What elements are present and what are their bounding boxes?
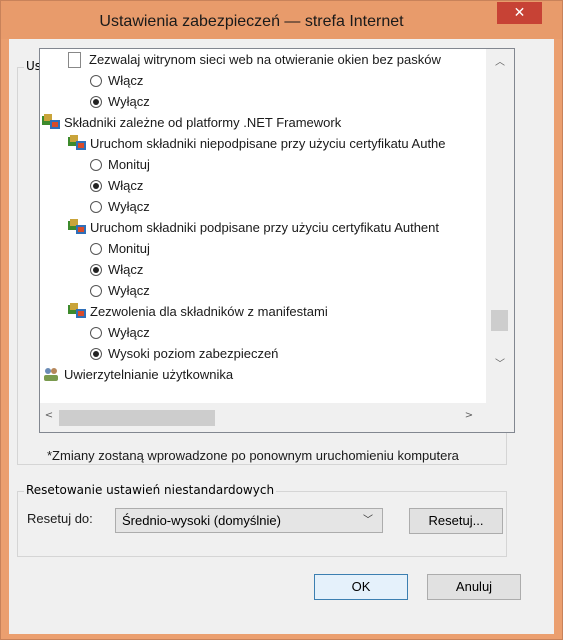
row-label: Wyłącz — [108, 94, 150, 109]
setting-category: Składniki zależne od platformy .NET Fram… — [42, 112, 341, 133]
window-title: Ustawienia zabezpieczeń — strefa Interne… — [99, 13, 404, 30]
row-label: Uruchom składniki podpisane przy użyciu … — [90, 220, 440, 235]
scroll-up-icon[interactable]: ︿ — [486, 53, 514, 68]
reset-group-label: Resetowanie ustawień niestandardowych — [24, 483, 277, 497]
row-label: Uruchom składniki niepodpisane przy użyc… — [90, 136, 446, 151]
row-label: Wysoki poziom zabezpieczeń — [108, 346, 279, 361]
vertical-scrollbar[interactable]: ︿ ﹀ — [486, 49, 514, 403]
scrollbar-corner — [486, 403, 514, 432]
radio-option[interactable]: Wyłącz — [90, 280, 150, 301]
radio-unchecked-icon[interactable] — [90, 201, 102, 213]
radio-unchecked-icon[interactable] — [90, 285, 102, 297]
reset-to-label: Resetuj do: — [27, 511, 93, 526]
row-label: Zezwalaj witrynom sieci web na otwierani… — [89, 52, 441, 67]
radio-checked-icon[interactable] — [90, 180, 102, 192]
settings-listbox[interactable]: Zezwalaj witrynom sieci web na otwierani… — [39, 48, 515, 433]
restart-note: *Zmiany zostaną wprowadzone po ponownym … — [47, 448, 459, 463]
radio-checked-icon[interactable] — [90, 348, 102, 360]
setting-item: Uruchom składniki niepodpisane przy użyc… — [68, 133, 446, 154]
radio-unchecked-icon[interactable] — [90, 243, 102, 255]
users-icon — [44, 368, 58, 381]
row-label: Monituj — [108, 241, 150, 256]
chevron-down-icon: ﹀ — [363, 515, 373, 526]
vertical-scroll-thumb[interactable] — [491, 310, 508, 331]
radio-option[interactable]: Włącz — [90, 259, 143, 280]
dialog-client-area: Ustawienia Zezwalaj witrynom sieci web n… — [9, 39, 554, 634]
radio-option[interactable]: Monituj — [90, 238, 150, 259]
ok-button[interactable]: OK — [314, 574, 408, 600]
reset-level-value: Średnio-wysoki (domyślnie) — [122, 513, 281, 528]
row-label: Uwierzytelnianie użytkownika — [64, 367, 234, 382]
scroll-down-icon[interactable]: ﹀ — [486, 355, 514, 370]
radio-checked-icon[interactable] — [90, 96, 102, 108]
horizontal-scroll-thumb[interactable] — [59, 410, 215, 426]
net-icon — [68, 303, 86, 318]
radio-option[interactable]: Wyłącz — [90, 91, 150, 112]
horizontal-scrollbar[interactable]: < > — [40, 403, 486, 432]
radio-option[interactable]: Wyłącz — [90, 196, 150, 217]
dialog-window: Ustawienia zabezpieczeń — strefa Interne… — [0, 0, 563, 640]
row-label: Włącz — [108, 73, 144, 88]
radio-unchecked-icon[interactable] — [90, 159, 102, 171]
row-label: Wyłącz — [108, 199, 150, 214]
net-icon — [68, 135, 86, 150]
setting-category: Uwierzytelnianie użytkownika — [42, 364, 233, 385]
radio-unchecked-icon[interactable] — [90, 327, 102, 339]
setting-item: Zezwolenia dla składników z manifestami — [68, 301, 328, 322]
radio-checked-icon[interactable] — [90, 264, 102, 276]
radio-option[interactable]: Wysoki poziom zabezpieczeń — [90, 343, 278, 364]
radio-option[interactable]: Włącz — [90, 70, 143, 91]
scroll-left-icon[interactable]: < — [40, 410, 58, 421]
net-icon — [68, 219, 86, 234]
title-bar[interactable]: Ustawienia zabezpieczeń — strefa Interne… — [1, 1, 562, 39]
row-label: Wyłącz — [108, 325, 150, 340]
row-label: Włącz — [108, 178, 144, 193]
row-label: Monituj — [108, 157, 150, 172]
row-label: Składniki zależne od platformy .NET Fram… — [64, 115, 342, 130]
close-button[interactable]: ✕ — [497, 2, 542, 24]
setting-item: Zezwalaj witrynom sieci web na otwierani… — [68, 49, 441, 70]
radio-option[interactable]: Monituj — [90, 154, 150, 175]
settings-list-content: Zezwalaj witrynom sieci web na otwierani… — [40, 49, 486, 403]
radio-option[interactable]: Wyłącz — [90, 322, 150, 343]
row-label: Zezwolenia dla składników z manifestami — [90, 304, 328, 319]
reset-button[interactable]: Resetuj... — [409, 508, 503, 534]
scroll-right-icon[interactable]: > — [460, 410, 478, 421]
reset-level-select[interactable]: Średnio-wysoki (domyślnie) ﹀ — [115, 508, 383, 533]
page-icon — [68, 52, 81, 68]
radio-unchecked-icon[interactable] — [90, 75, 102, 87]
net-icon — [42, 114, 60, 129]
row-label: Włącz — [108, 262, 144, 277]
setting-item: Uruchom składniki podpisane przy użyciu … — [68, 217, 439, 238]
row-label: Wyłącz — [108, 283, 150, 298]
cancel-button[interactable]: Anuluj — [427, 574, 521, 600]
radio-option[interactable]: Włącz — [90, 175, 143, 196]
